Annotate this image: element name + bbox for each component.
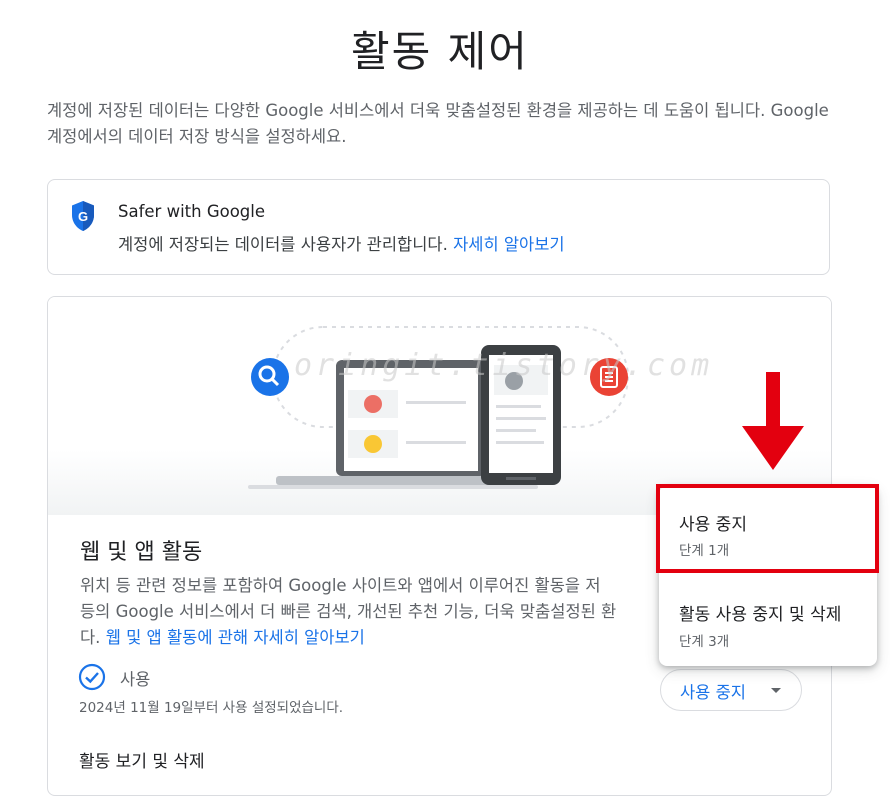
desc-line-1: 위치 등 관련 정보를 포함하여 Google 사이트와 앱에서 이루어진 활동… [80, 576, 601, 595]
safer-desc-text: 계정에 저장되는 데이터를 사용자가 관리합니다. [118, 235, 448, 254]
safer-with-google-card: G Safer with Google 계정에 저장되는 데이터를 사용자가 관… [47, 179, 830, 275]
devices-illustration [248, 326, 629, 489]
search-icon [251, 358, 289, 396]
turn-off-menu: 사용 중지 단계 1개 활동 사용 중지 및 삭제 단계 3개 [659, 486, 877, 666]
safer-description: 계정에 저장되는 데이터를 사용자가 관리합니다. 자세히 알아보기 [118, 231, 565, 255]
web-activity-description: 위치 등 관련 정보를 포함하여 Google 사이트와 앱에서 이루어진 활동… [80, 573, 640, 651]
menu-item-turn-off[interactable]: 사용 중지 단계 1개 [659, 486, 877, 574]
learn-more-link[interactable]: 자세히 알아보기 [453, 235, 565, 254]
safer-title: Safer with Google [118, 202, 266, 221]
page-intro: 계정에 저장된 데이터는 다양한 Google 서비스에서 더욱 맞춤설정된 환… [47, 101, 829, 146]
view-delete-activity-title[interactable]: 활동 보기 및 삭제 [79, 747, 205, 772]
turn-off-dropdown-button[interactable]: 사용 중지 [660, 669, 802, 711]
chevron-down-icon [771, 688, 781, 693]
check-circle-icon [78, 663, 106, 691]
red-arrow-down-icon [742, 372, 804, 470]
page-title: 활동 제어 [351, 27, 529, 76]
desc-line-2: 등의 Google 서비스에서 더 빠른 검색, 개선된 추천 기능, 더욱 맞… [80, 602, 617, 621]
status-date: 2024년 11월 19일부터 사용 설정되었습니다. [79, 700, 344, 716]
google-shield-icon: G [72, 201, 94, 231]
watermark: oringit.tistory.com [294, 348, 714, 383]
activity-illustration [48, 297, 831, 515]
status-label: 사용 [120, 670, 151, 689]
menu-item-sub: 단계 1개 [679, 543, 730, 559]
menu-item-sub: 단계 3개 [679, 634, 730, 650]
turn-off-button-label: 사용 중지 [680, 683, 746, 702]
web-activity-learn-more-link[interactable]: 웹 및 앱 활동에 관해 자세히 알아보기 [106, 628, 365, 647]
desc-line-3: 다. [80, 628, 101, 647]
menu-item-label: 활동 사용 중지 및 삭제 [679, 605, 842, 625]
menu-item-label: 사용 중지 [679, 515, 747, 535]
svg-text:G: G [78, 209, 88, 224]
menu-item-turn-off-and-delete[interactable]: 활동 사용 중지 및 삭제 단계 3개 [659, 578, 877, 666]
web-activity-title: 웹 및 앱 활동 [80, 540, 203, 565]
